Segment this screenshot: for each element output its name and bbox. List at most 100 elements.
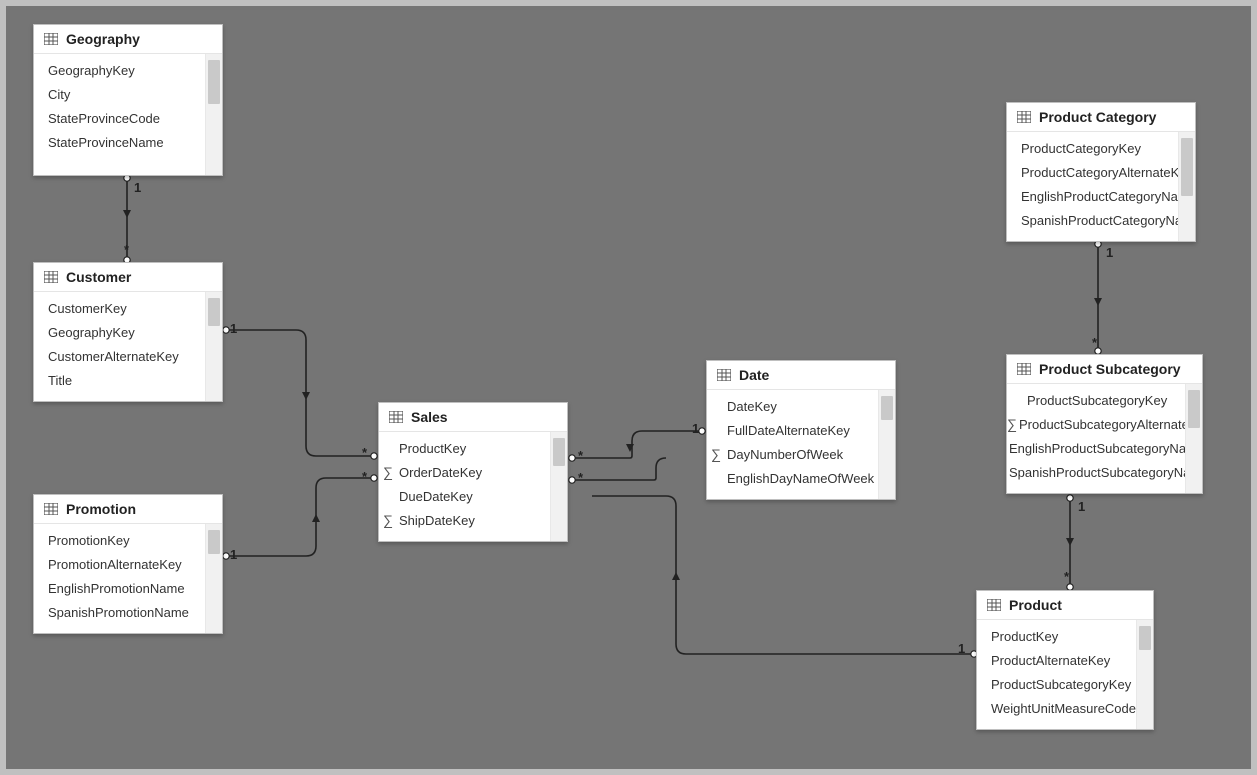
table-icon xyxy=(44,271,58,283)
card-many: * xyxy=(360,446,369,459)
field[interactable]: EnglishPromotionName xyxy=(34,576,205,600)
field[interactable]: SpanishPromotionName xyxy=(34,600,205,624)
diagram-frame: 1 * 1 * 1 * 1 * * 1 1 * 1 * Geography Ge… xyxy=(0,0,1257,775)
card-many: * xyxy=(360,470,369,483)
field[interactable]: City xyxy=(34,82,205,106)
table-product[interactable]: Product ProductKey ProductAlternateKey P… xyxy=(976,590,1154,730)
table-header[interactable]: Customer xyxy=(34,263,222,292)
field[interactable]: SpanishProductCategoryName xyxy=(1007,208,1178,232)
table-icon xyxy=(44,503,58,515)
field[interactable]: ∑OrderDateKey xyxy=(379,460,550,484)
table-customer[interactable]: Customer CustomerKey GeographyKey Custom… xyxy=(33,262,223,402)
sigma-icon: ∑ xyxy=(707,446,725,462)
table-date[interactable]: Date DateKey FullDateAlternateKey ∑DayNu… xyxy=(706,360,896,500)
field-list: PromotionKey PromotionAlternateKey Engli… xyxy=(34,524,205,633)
field[interactable]: ProductSubcategoryKey xyxy=(1007,388,1185,412)
field-list: DateKey FullDateAlternateKey ∑DayNumberO… xyxy=(707,390,878,499)
table-icon xyxy=(44,33,58,45)
table-icon xyxy=(1017,111,1031,123)
field[interactable]: StateProvinceName xyxy=(34,130,205,154)
field[interactable]: FullDateAlternateKey xyxy=(707,418,878,442)
rel-product-sales xyxy=(592,496,977,657)
table-icon xyxy=(717,369,731,381)
field[interactable]: EnglishDayNameOfWeek xyxy=(707,466,878,490)
sigma-icon: ∑ xyxy=(1007,416,1017,432)
scrollbar[interactable] xyxy=(1136,620,1153,729)
table-sales[interactable]: Sales ProductKey ∑OrderDateKey DueDateKe… xyxy=(378,402,568,542)
scrollbar[interactable] xyxy=(205,292,222,401)
table-geography[interactable]: Geography GeographyKey City StateProvinc… xyxy=(33,24,223,176)
field[interactable]: CustomerAlternateKey xyxy=(34,344,205,368)
field[interactable]: ProductAlternateKey xyxy=(977,648,1136,672)
card-many: * xyxy=(576,471,585,484)
table-header[interactable]: Promotion xyxy=(34,495,222,524)
field[interactable]: GeographyKey xyxy=(34,58,205,82)
table-header[interactable]: Geography xyxy=(34,25,222,54)
table-title: Product Subcategory xyxy=(1039,361,1181,377)
scrollbar[interactable] xyxy=(205,524,222,633)
field-list: ProductKey ProductAlternateKey ProductSu… xyxy=(977,620,1136,729)
card-one: 1 xyxy=(1076,500,1087,513)
sigma-icon: ∑ xyxy=(379,464,397,480)
field[interactable]: CustomerKey xyxy=(34,296,205,320)
scrollbar[interactable] xyxy=(205,54,222,175)
field[interactable]: SpanishProductSubcategoryName xyxy=(1007,460,1185,484)
table-title: Customer xyxy=(66,269,131,285)
field[interactable]: DueDateKey xyxy=(379,484,550,508)
field[interactable]: ProductKey xyxy=(977,624,1136,648)
table-icon xyxy=(1017,363,1031,375)
card-one: 1 xyxy=(228,548,239,561)
card-many: * xyxy=(122,243,131,256)
rel-promotion-sales xyxy=(223,475,377,559)
field-list: GeographyKey City StateProvinceCode Stat… xyxy=(34,54,205,175)
table-promotion[interactable]: Promotion PromotionKey PromotionAlternat… xyxy=(33,494,223,634)
scrollbar[interactable] xyxy=(1185,384,1202,493)
field[interactable]: ProductCategoryAlternateKey xyxy=(1007,160,1178,184)
scrollbar[interactable] xyxy=(878,390,895,499)
field[interactable]: StateProvinceCode xyxy=(34,106,205,130)
field[interactable]: PromotionKey xyxy=(34,528,205,552)
field[interactable]: ∑ProductSubcategoryAlternateKey xyxy=(1007,412,1185,436)
table-title: Product Category xyxy=(1039,109,1156,125)
field-list: ProductCategoryKey ProductCategoryAltern… xyxy=(1007,132,1178,241)
table-title: Date xyxy=(739,367,769,383)
field[interactable]: ProductCategoryKey xyxy=(1007,136,1178,160)
table-title: Sales xyxy=(411,409,448,425)
field[interactable]: Title xyxy=(34,368,205,392)
field-list: ProductKey ∑OrderDateKey DueDateKey ∑Shi… xyxy=(379,432,550,541)
card-one: 1 xyxy=(956,642,967,655)
card-one: 1 xyxy=(228,322,239,335)
table-header[interactable]: Product Category xyxy=(1007,103,1195,132)
field[interactable]: ProductSubcategoryKey xyxy=(977,672,1136,696)
field[interactable]: ProductKey xyxy=(379,436,550,460)
table-product-category[interactable]: Product Category ProductCategoryKey Prod… xyxy=(1006,102,1196,242)
field[interactable]: EnglishProductSubcategoryName xyxy=(1007,436,1185,460)
field[interactable]: EnglishProductCategoryName xyxy=(1007,184,1178,208)
table-header[interactable]: Product xyxy=(977,591,1153,620)
field[interactable]: WeightUnitMeasureCode xyxy=(977,696,1136,720)
table-icon xyxy=(389,411,403,423)
field-list: ProductSubcategoryKey ∑ProductSubcategor… xyxy=(1007,384,1185,493)
rel-date-sales-upper xyxy=(569,428,705,461)
card-one: 1 xyxy=(1104,246,1115,259)
field-list: CustomerKey GeographyKey CustomerAlterna… xyxy=(34,292,205,401)
model-canvas[interactable]: 1 * 1 * 1 * 1 * * 1 1 * 1 * Geography Ge… xyxy=(6,6,1251,769)
table-header[interactable]: Date xyxy=(707,361,895,390)
field[interactable]: ∑DayNumberOfWeek xyxy=(707,442,878,466)
field[interactable]: DateKey xyxy=(707,394,878,418)
table-product-subcategory[interactable]: Product Subcategory ProductSubcategoryKe… xyxy=(1006,354,1203,494)
sigma-icon: ∑ xyxy=(379,512,397,528)
scrollbar[interactable] xyxy=(550,432,567,541)
card-many: * xyxy=(1062,570,1071,583)
table-icon xyxy=(987,599,1001,611)
field[interactable]: ∑ShipDateKey xyxy=(379,508,550,532)
field[interactable]: GeographyKey xyxy=(34,320,205,344)
table-header[interactable]: Product Subcategory xyxy=(1007,355,1202,384)
card-one: 1 xyxy=(132,181,143,194)
table-title: Product xyxy=(1009,597,1062,613)
table-title: Geography xyxy=(66,31,140,47)
table-header[interactable]: Sales xyxy=(379,403,567,432)
field[interactable]: PromotionAlternateKey xyxy=(34,552,205,576)
card-many: * xyxy=(576,449,585,462)
scrollbar[interactable] xyxy=(1178,132,1195,241)
